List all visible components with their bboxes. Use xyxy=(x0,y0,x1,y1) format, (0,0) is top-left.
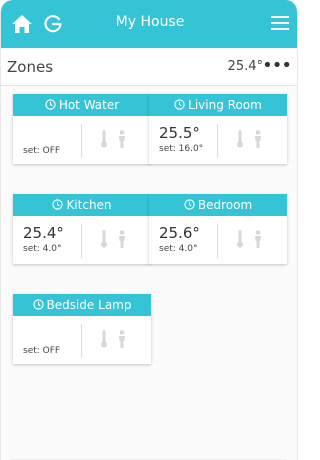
zone-setpoint: set: 16.0° xyxy=(159,144,204,154)
zone-setpoint: set: 4.0° xyxy=(159,244,198,254)
person-icon xyxy=(119,230,125,248)
person-icon xyxy=(119,130,125,148)
app-screen: My House Zones 25.4° ••• Hot Water set: … xyxy=(0,0,298,460)
zone-header: Hot Water xyxy=(13,94,151,116)
thermometer-icon xyxy=(101,230,107,248)
zone-header: Bedside Lamp xyxy=(13,294,151,316)
zones-label: Zones xyxy=(7,58,54,76)
thermometer-icon xyxy=(101,330,107,348)
zone-name: Living Room xyxy=(188,98,262,112)
zone-header: Bedroom xyxy=(149,194,287,216)
page-title: My House xyxy=(115,14,185,30)
divider xyxy=(81,124,82,158)
zone-card-bedside-lamp[interactable]: Bedside Lamp set: OFF xyxy=(13,294,151,364)
person-icon xyxy=(119,330,125,348)
zone-name: Bedroom xyxy=(197,198,253,212)
clock-icon xyxy=(32,299,44,310)
top-bar: My House xyxy=(1,0,297,48)
person-icon xyxy=(255,230,261,248)
zone-card-living-room[interactable]: Living Room 25.5° set: 16.0° xyxy=(149,94,287,164)
house-temperature: 25.4° xyxy=(227,59,263,74)
zone-temperature: 25.4° xyxy=(23,224,64,242)
clock-icon xyxy=(174,99,185,110)
zone-name: Kitchen xyxy=(66,198,112,212)
clock-icon xyxy=(184,199,195,210)
zone-name: Bedside Lamp xyxy=(46,298,132,312)
divider xyxy=(81,224,82,258)
zone-temperature: 25.6° xyxy=(159,224,200,242)
more-options-icon[interactable]: ••• xyxy=(262,55,292,76)
zone-card-bedroom[interactable]: Bedroom 25.6° set: 4.0° xyxy=(149,194,287,264)
divider xyxy=(217,224,218,258)
zone-header: Kitchen xyxy=(13,194,151,216)
person-icon xyxy=(255,130,261,148)
clock-icon xyxy=(52,199,64,210)
zone-header: Living Room xyxy=(149,94,287,116)
menu-icon[interactable] xyxy=(271,15,289,31)
thermometer-icon xyxy=(237,230,243,248)
clock-icon xyxy=(45,99,56,110)
zone-card-hot-water[interactable]: Hot Water set: OFF xyxy=(13,94,151,164)
zone-setpoint: set: OFF xyxy=(23,146,61,156)
zones-bar: Zones 25.4° ••• xyxy=(1,48,297,86)
zone-setpoint: set: OFF xyxy=(23,346,61,356)
zone-temperature: 25.5° xyxy=(159,124,200,142)
divider xyxy=(81,324,82,358)
thermometer-icon xyxy=(101,130,107,148)
zone-setpoint: set: 4.0° xyxy=(23,244,62,254)
zone-name: Hot Water xyxy=(58,98,120,112)
thermometer-icon xyxy=(237,130,243,148)
zone-card-kitchen[interactable]: Kitchen 25.4° set: 4.0° xyxy=(13,194,151,264)
divider xyxy=(217,124,218,158)
